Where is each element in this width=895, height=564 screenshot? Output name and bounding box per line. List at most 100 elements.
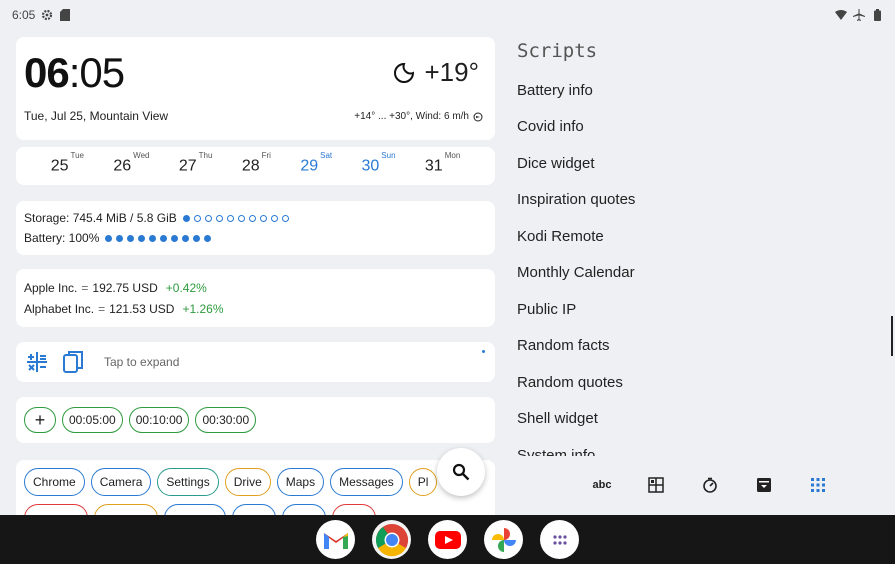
script-list-item[interactable]: Dice widget bbox=[517, 145, 877, 182]
meter-dot bbox=[193, 234, 201, 242]
calendar-day[interactable]: 31Mon bbox=[425, 151, 460, 175]
text-mode-button[interactable]: abc bbox=[590, 473, 614, 497]
archive-icon[interactable] bbox=[752, 473, 776, 497]
calendar-day[interactable]: 26Wed bbox=[113, 151, 149, 175]
battery-label: Battery: 100% bbox=[24, 231, 100, 245]
app-shortcut-button[interactable]: Pl bbox=[408, 468, 438, 496]
app-shortcut-button[interactable]: Settings bbox=[157, 468, 219, 496]
battery-row: Battery: 100% bbox=[24, 228, 487, 248]
calendar-day-weekend[interactable]: 30Sun bbox=[362, 151, 396, 175]
weather-temperature: +19° bbox=[424, 57, 479, 87]
stock-row: Alphabet Inc. = 121.53 USD +1.26% bbox=[24, 298, 487, 319]
meter-dot bbox=[127, 234, 135, 242]
script-list-item[interactable]: Monthly Calendar bbox=[517, 255, 877, 292]
script-list-item[interactable]: Covid info bbox=[517, 109, 877, 146]
status-time: 6:05 bbox=[12, 8, 36, 22]
stock-equals: = bbox=[81, 280, 89, 295]
status-bar: 6:05 bbox=[0, 0, 895, 30]
script-list-item[interactable]: Public IP bbox=[517, 291, 877, 328]
script-list-item[interactable]: Random quotes bbox=[517, 364, 877, 401]
timer-preset-button[interactable]: 00:30:00 bbox=[195, 407, 257, 433]
app-shortcut-button[interactable]: Maps bbox=[276, 468, 325, 496]
moon-icon bbox=[392, 61, 416, 85]
settings-gear-icon bbox=[41, 9, 53, 21]
bottom-toolbar: abc bbox=[590, 472, 830, 498]
youtube-icon[interactable] bbox=[428, 520, 467, 559]
weather-current[interactable]: +19° bbox=[392, 57, 479, 88]
search-button[interactable] bbox=[437, 448, 485, 496]
meter-dot bbox=[204, 214, 212, 222]
app-shortcut-button[interactable]: Drive bbox=[224, 468, 271, 496]
timer-icon[interactable] bbox=[698, 473, 722, 497]
script-list-item[interactable]: Random facts bbox=[517, 328, 877, 365]
clock-display[interactable]: 06:05 bbox=[24, 49, 125, 97]
scripts-title: Scripts bbox=[517, 40, 598, 62]
storage-row: Storage: 745.4 MiB / 5.8 GiB bbox=[24, 208, 487, 228]
scripts-list[interactable]: Battery info Covid info Dice widget Inspira… bbox=[517, 72, 877, 456]
photos-icon[interactable] bbox=[484, 520, 523, 559]
apps-widget[interactable]: Chrome Camera Settings Drive Maps Messages Pl bbox=[16, 460, 495, 520]
sd-card-icon bbox=[59, 9, 71, 21]
meter-dot bbox=[270, 214, 278, 222]
clipboard-icon[interactable] bbox=[62, 350, 84, 374]
system-status-widget[interactable]: Storage: 745.4 MiB / 5.8 GiB Battery: 10… bbox=[16, 201, 495, 255]
week-calendar-widget[interactable]: 25Tue 26Wed 27Thu 28Fri 29Sat 30Sun 31Mo… bbox=[16, 147, 495, 185]
script-list-item[interactable]: Shell widget bbox=[517, 401, 877, 438]
timer-widget[interactable]: + 00:05:00 00:10:00 00:30:00 bbox=[16, 397, 495, 443]
script-list-item[interactable]: Kodi Remote bbox=[517, 218, 877, 255]
airplane-icon bbox=[853, 9, 865, 21]
calendar-day[interactable]: 28Fri bbox=[242, 151, 271, 175]
stock-row: Apple Inc. = 192.75 USD +0.42% bbox=[24, 277, 487, 298]
search-icon bbox=[452, 463, 470, 481]
notes-hint: Tap to expand bbox=[104, 355, 180, 369]
script-list-item[interactable]: Inspiration quotes bbox=[517, 182, 877, 219]
meter-dot bbox=[160, 234, 168, 242]
script-list-item[interactable]: Battery info bbox=[517, 72, 877, 109]
app-dock bbox=[0, 515, 895, 564]
apps-grid-icon[interactable] bbox=[806, 473, 830, 497]
meter-dot bbox=[182, 214, 190, 222]
stock-change: +0.42% bbox=[165, 280, 207, 295]
timer-preset-button[interactable]: 00:05:00 bbox=[62, 407, 123, 433]
wind-direction-icon bbox=[473, 112, 483, 122]
meter-dot bbox=[116, 234, 124, 242]
clock-hours: 06 bbox=[24, 49, 70, 96]
clock-separator: : bbox=[68, 49, 81, 96]
calendar-day[interactable]: 25Tue bbox=[51, 151, 84, 175]
storage-label: Storage: 745.4 MiB / 5.8 GiB bbox=[24, 211, 177, 225]
meter-dot bbox=[281, 214, 289, 222]
weather-range-wind: +14° ... +30°, Wind: 6 m/h bbox=[354, 111, 469, 122]
indicator-dot bbox=[482, 350, 485, 353]
calendar-day-weekend[interactable]: 29Sat bbox=[300, 151, 332, 175]
stock-name: Alphabet Inc. bbox=[24, 301, 95, 316]
stocks-widget[interactable]: Apple Inc. = 192.75 USD +0.42% Alphabet … bbox=[16, 269, 495, 327]
chrome-icon[interactable] bbox=[372, 520, 411, 559]
app-shortcut-button[interactable]: Chrome bbox=[24, 468, 85, 496]
meter-dot bbox=[171, 234, 179, 242]
stock-equals: = bbox=[98, 301, 106, 316]
meter-dot bbox=[182, 234, 190, 242]
app-drawer-icon[interactable] bbox=[540, 520, 579, 559]
gmail-icon[interactable] bbox=[316, 520, 355, 559]
app-shortcut-button[interactable]: Messages bbox=[330, 468, 403, 496]
meter-dot bbox=[193, 214, 201, 222]
stock-price: 192.75 USD bbox=[92, 280, 158, 295]
weather-detail: +14° ... +30°, Wind: 6 m/h bbox=[354, 111, 483, 122]
stock-name: Apple Inc. bbox=[24, 280, 78, 295]
meter-dot bbox=[138, 234, 146, 242]
timer-preset-button[interactable]: 00:10:00 bbox=[128, 407, 190, 433]
date-location: Tue, Jul 25, Mountain View bbox=[24, 109, 169, 123]
add-timer-button[interactable]: + bbox=[24, 407, 56, 433]
clock-weather-widget[interactable]: 06:05 Tue, Jul 25, Mountain View +19° +1… bbox=[16, 37, 495, 140]
calculator-grid-icon[interactable] bbox=[644, 473, 668, 497]
script-list-item[interactable]: System info bbox=[517, 437, 877, 456]
meter-dot bbox=[215, 214, 223, 222]
meter-dot bbox=[237, 214, 245, 222]
notes-widget[interactable]: Tap to expand bbox=[16, 342, 495, 382]
wifi-icon bbox=[835, 9, 847, 21]
app-shortcut-button[interactable]: Camera bbox=[90, 468, 152, 496]
stock-price: 121.53 USD bbox=[109, 301, 175, 316]
calendar-day[interactable]: 27Thu bbox=[179, 151, 213, 175]
edge-handle[interactable] bbox=[891, 316, 893, 356]
calculator-icon[interactable] bbox=[26, 351, 48, 373]
